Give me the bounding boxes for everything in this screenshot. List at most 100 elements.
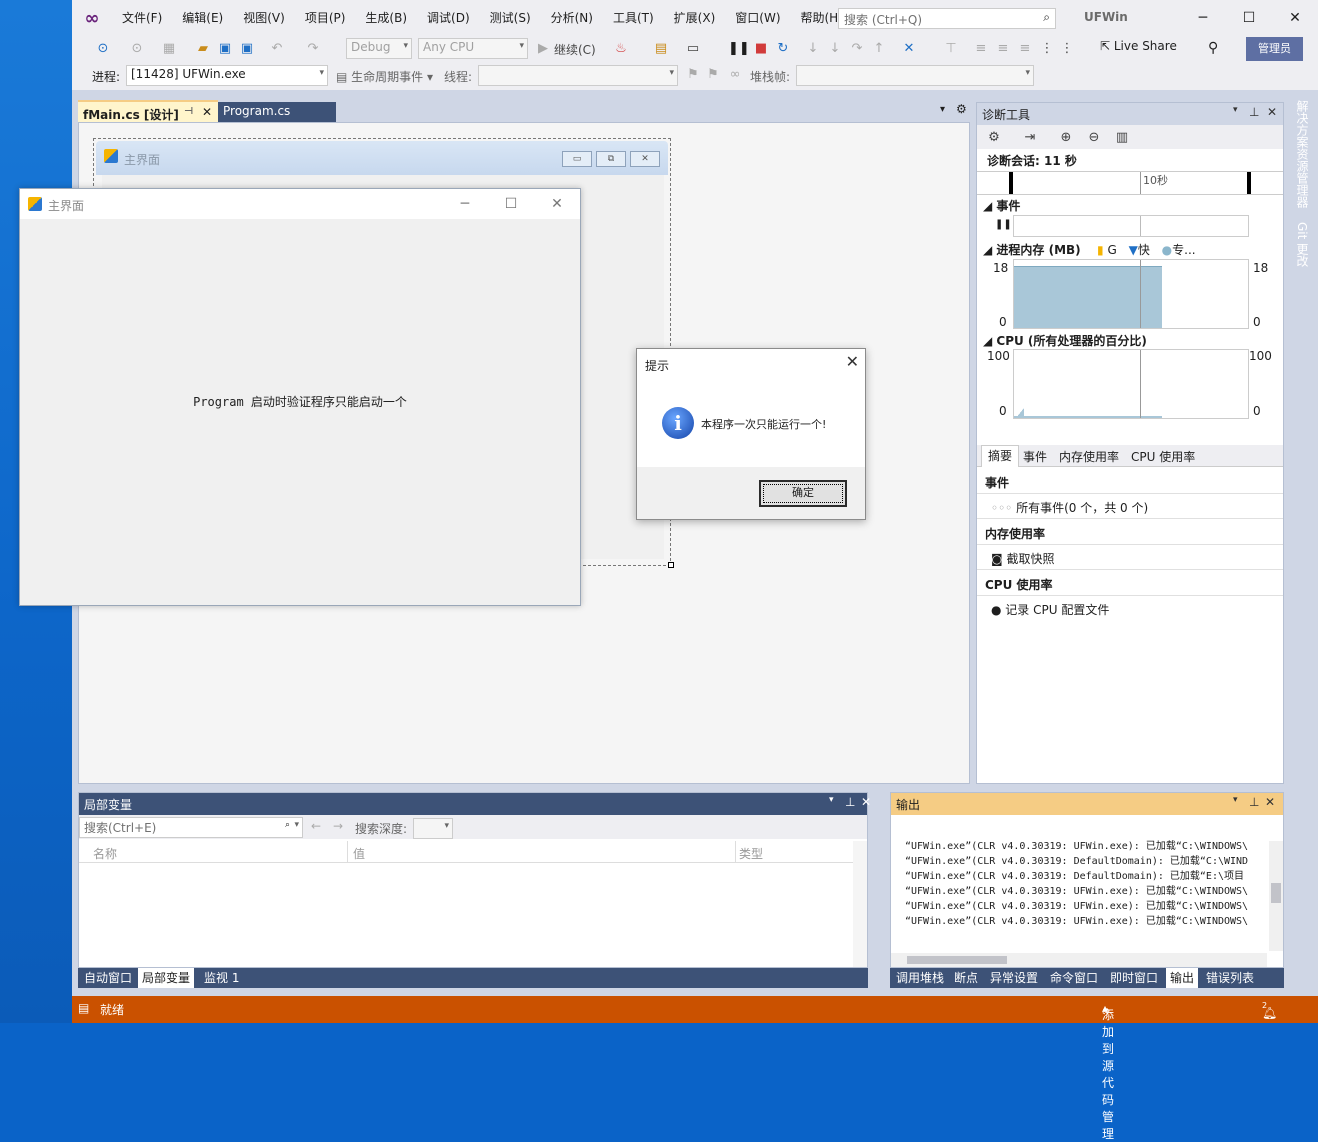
tab-autos[interactable]: 自动窗口: [80, 968, 136, 988]
pause-icon[interactable]: ❚❚: [728, 40, 750, 58]
panel-menu-icon[interactable]: ▾: [1233, 105, 1238, 115]
take-snapshot-link[interactable]: ◙ 截取快照: [977, 545, 1283, 570]
tab-command-window[interactable]: 命令窗口: [1046, 968, 1102, 988]
admin-badge[interactable]: 管理员: [1246, 37, 1303, 61]
panel-menu-icon[interactable]: ▾: [1233, 795, 1238, 805]
filter-icon[interactable]: ⚑: [704, 66, 722, 84]
tab-program-cs[interactable]: Program.cs: [218, 102, 336, 122]
step-back-icon[interactable]: ↷: [848, 40, 866, 58]
pause-events-icon[interactable]: ❚❚: [995, 219, 1012, 230]
redo-icon[interactable]: ↷: [304, 40, 322, 58]
memory-graph[interactable]: [1013, 259, 1249, 329]
minimize-icon[interactable]: ─: [1180, 0, 1226, 36]
output-vscrollbar[interactable]: [1269, 841, 1283, 951]
dialog-close-icon[interactable]: ✕: [846, 352, 859, 371]
close-icon[interactable]: ✕: [1267, 105, 1277, 119]
menu-analyze[interactable]: 分析(N): [541, 0, 603, 36]
menu-view[interactable]: 视图(V): [233, 0, 295, 36]
menu-extensions[interactable]: 扩展(X): [664, 0, 726, 36]
step-over-icon[interactable]: ↓: [826, 40, 844, 58]
spacing-icon[interactable]: ⋮: [1038, 40, 1056, 58]
git-changes-tab[interactable]: Git 更改: [1294, 222, 1311, 267]
message-dialog[interactable]: 提示 ✕ i 本程序一次只能运行一个! 确定: [636, 348, 866, 520]
tab-fmain-designer[interactable]: fMain.cs [设计] ⊣ ✕: [78, 100, 218, 124]
feedback-icon[interactable]: ⚲: [1208, 40, 1218, 56]
config-dropdown[interactable]: Debug ▾: [346, 38, 412, 59]
pin-icon[interactable]: ⊥: [845, 795, 855, 809]
thread-dropdown[interactable]: ▾: [478, 65, 678, 86]
tab-summary[interactable]: 摘要: [981, 445, 1020, 467]
cpu-graph[interactable]: [1013, 349, 1249, 419]
search-back-icon[interactable]: ←: [311, 819, 321, 833]
search-forward-icon[interactable]: →: [333, 819, 343, 833]
tab-output[interactable]: 输出: [1166, 968, 1199, 988]
settings-icon[interactable]: ⚙: [985, 129, 1003, 147]
pin-icon[interactable]: ⊣: [184, 106, 193, 117]
column-value[interactable]: 值: [353, 845, 365, 862]
tab-exception-settings[interactable]: 异常设置: [986, 968, 1042, 988]
menu-debug[interactable]: 调试(D): [417, 0, 480, 36]
tab-memory-usage[interactable]: 内存使用率: [1059, 448, 1119, 465]
close-icon[interactable]: ✕: [1272, 0, 1318, 36]
hex-icon[interactable]: ✕: [900, 40, 918, 58]
chart-icon[interactable]: ▥: [1113, 129, 1131, 147]
solution-explorer-tab[interactable]: 解决方案资源管理器: [1294, 100, 1311, 208]
save-all-icon[interactable]: ▣: [238, 40, 256, 58]
stackframe-dropdown[interactable]: ▾: [796, 65, 1034, 86]
column-name[interactable]: 名称: [93, 845, 117, 862]
browser-icon[interactable]: ▤: [652, 40, 670, 58]
link-icon[interactable]: ∞: [726, 66, 744, 84]
output-hscrollbar[interactable]: [891, 953, 1267, 967]
lifecycle-events-button[interactable]: ▤ 生命周期事件 ▾: [336, 68, 433, 85]
align-center-icon[interactable]: ≡: [994, 40, 1012, 58]
app-main-window[interactable]: 主界面 ─ ☐ ✕ Program 启动时验证程序只能启动一个: [19, 188, 581, 606]
play-icon[interactable]: ▶: [534, 40, 552, 58]
column-type[interactable]: 类型: [739, 845, 763, 862]
forward-icon[interactable]: ⊙: [128, 40, 146, 58]
tab-cpu-usage[interactable]: CPU 使用率: [1131, 448, 1195, 465]
source-control-button[interactable]: ⇡ 添加到源代码管理 ▴: [1102, 1001, 1114, 1141]
close-icon[interactable]: ✕: [861, 795, 871, 809]
save-icon[interactable]: ▣: [216, 40, 234, 58]
spacing2-icon[interactable]: ⋮: [1058, 40, 1076, 58]
stop-icon[interactable]: ■: [752, 40, 770, 58]
tab-events[interactable]: 事件: [1023, 448, 1047, 465]
tab-breakpoints[interactable]: 断点: [950, 968, 982, 988]
menu-build[interactable]: 生成(B): [355, 0, 417, 36]
undo-icon[interactable]: ↶: [268, 40, 286, 58]
tab-watch1[interactable]: 监视 1: [200, 968, 243, 988]
flag-icon[interactable]: ⚑: [684, 66, 702, 84]
timeline-end-marker[interactable]: [1247, 172, 1251, 194]
gear-icon[interactable]: ⚙: [956, 102, 967, 116]
align-right-icon[interactable]: ≡: [1016, 40, 1034, 58]
close-tab-icon[interactable]: ✕: [202, 105, 212, 119]
menu-tools[interactable]: 工具(T): [603, 0, 664, 36]
tab-overflow-icon[interactable]: ▾: [940, 104, 945, 115]
continue-button[interactable]: 继续(C): [554, 41, 596, 58]
close-icon[interactable]: ✕: [1265, 795, 1275, 809]
menu-edit[interactable]: 编辑(E): [172, 0, 233, 36]
menu-test[interactable]: 测试(S): [480, 0, 541, 36]
back-icon[interactable]: ⊙: [94, 40, 112, 58]
locals-search-input[interactable]: 搜索(Ctrl+E) ⌕ ▾: [79, 817, 303, 838]
tab-call-stack[interactable]: 调用堆栈: [892, 968, 948, 988]
search-depth-dropdown[interactable]: ▾: [413, 818, 453, 839]
notifications-button[interactable]: 🔔︎ 2: [1262, 1001, 1277, 1020]
maximize-icon[interactable]: ☐: [1226, 0, 1272, 36]
hot-reload-icon[interactable]: ♨: [612, 40, 630, 58]
open-folder-icon[interactable]: ▰: [194, 40, 212, 58]
menu-project[interactable]: 项目(P): [295, 0, 356, 36]
step-into-icon[interactable]: ↓: [804, 40, 822, 58]
live-share-button[interactable]: ⇱ Live Share: [1100, 39, 1177, 53]
align-left-icon[interactable]: ≡: [972, 40, 990, 58]
thread-icon[interactable]: ⊤: [942, 40, 960, 58]
output-status-icon[interactable]: ▤: [78, 1001, 89, 1015]
zoom-out-icon[interactable]: ⊖: [1085, 129, 1103, 147]
step-out-icon[interactable]: ↑: [870, 40, 888, 58]
close-icon[interactable]: ✕: [534, 189, 580, 219]
platform-dropdown[interactable]: Any CPU ▾: [418, 38, 528, 59]
ok-button[interactable]: 确定: [759, 480, 847, 507]
panel-menu-icon[interactable]: ▾: [829, 795, 834, 805]
resize-handle[interactable]: [668, 562, 674, 568]
pin-icon[interactable]: ⊥: [1249, 105, 1259, 119]
